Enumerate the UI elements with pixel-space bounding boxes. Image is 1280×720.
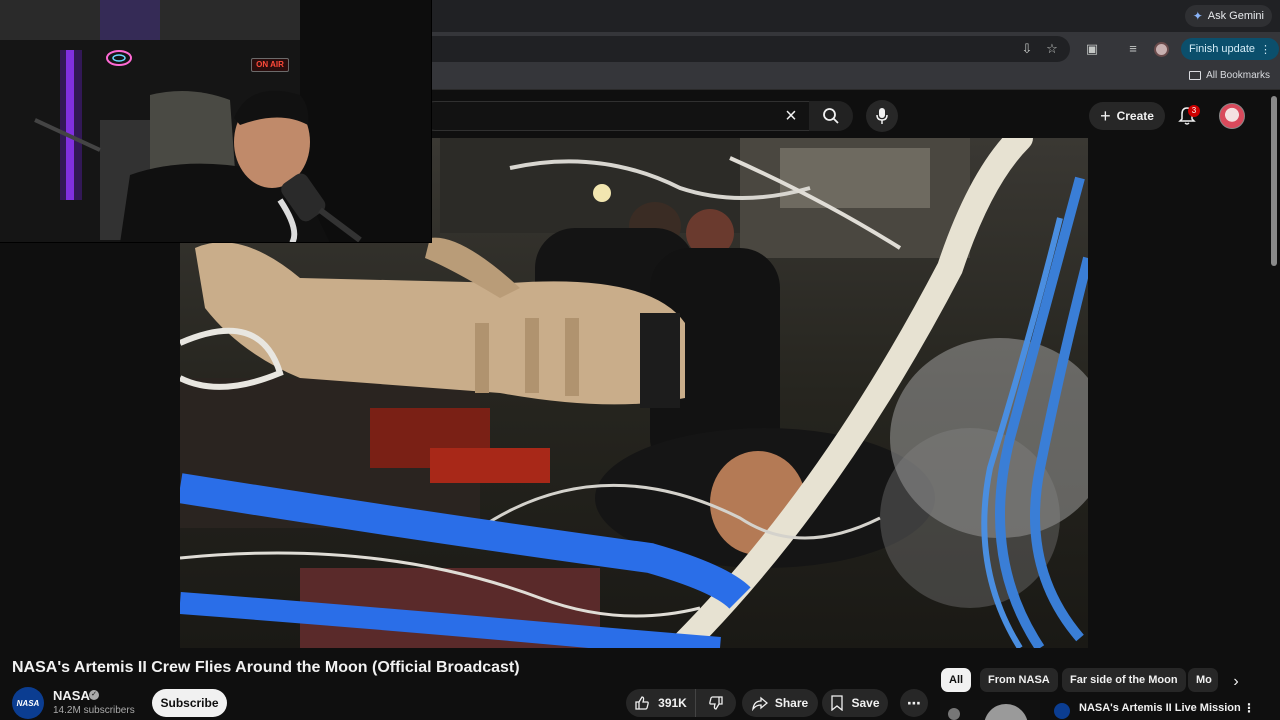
share-button[interactable]: Share — [742, 689, 818, 717]
share-arrow-icon — [751, 696, 768, 711]
browser-profile-avatar[interactable] — [1154, 42, 1169, 57]
subscriber-count: 14.2M subscribers — [53, 705, 135, 716]
page-scrollbar[interactable] — [1271, 96, 1277, 266]
clear-search-icon[interactable]: × — [780, 105, 802, 127]
gemini-sparkle-icon: ✦ — [1192, 9, 1203, 23]
thumbs-up-icon — [635, 696, 649, 710]
video-title: NASA's Artemis II Crew Flies Around the … — [12, 659, 520, 676]
streamer-webcam-image — [0, 0, 431, 242]
moon-thumbnail-image — [940, 700, 1040, 720]
chip-more[interactable]: Mo — [1188, 668, 1218, 692]
verified-check-icon: ✓ — [89, 690, 99, 700]
on-air-sign: ON AIR — [251, 58, 289, 72]
voice-search-button[interactable] — [866, 100, 898, 132]
all-bookmarks-label: All Bookmarks — [1206, 70, 1270, 81]
search-button[interactable] — [809, 101, 853, 131]
chip-from-nasa[interactable]: From NASA — [980, 668, 1058, 692]
save-bookmark-icon — [831, 695, 844, 711]
bookmark-star-icon[interactable]: ☆ — [1043, 40, 1061, 58]
save-button[interactable]: Save — [822, 689, 888, 717]
all-bookmarks-button[interactable]: All Bookmarks — [1189, 70, 1270, 81]
save-label: Save — [851, 696, 880, 710]
create-label: Create — [1116, 109, 1154, 123]
chip-far-side-of-the-moon[interactable]: Far side of the Moon — [1062, 668, 1186, 692]
extension-list-icon[interactable]: ≡ — [1124, 40, 1142, 58]
webcam-overlay: ON AIR — [0, 0, 432, 243]
chip-all[interactable]: All — [941, 668, 972, 692]
share-label: Share — [774, 696, 809, 710]
microphone-icon — [876, 108, 888, 124]
more-horizontal-icon: ⋯ — [907, 694, 921, 711]
folder-icon — [1189, 71, 1202, 80]
tab-search-icon[interactable]: ▣ — [1083, 40, 1101, 58]
ask-gemini-label: Ask Gemini — [1207, 10, 1264, 22]
address-bar[interactable] — [420, 36, 1070, 62]
thumbs-down-icon — [709, 696, 723, 710]
finish-update-label: Finish update — [1189, 43, 1256, 55]
recommendation-channel-avatar[interactable] — [1054, 703, 1070, 719]
create-button[interactable]: + Create — [1089, 102, 1165, 130]
chevron-right-icon[interactable]: › — [1226, 672, 1246, 692]
search-icon — [823, 108, 839, 124]
finish-update-button[interactable]: Finish update ⋮ — [1181, 38, 1280, 60]
channel-name[interactable]: NASA — [53, 688, 90, 703]
like-count: 391K — [658, 696, 687, 710]
recommendation-thumbnail[interactable] — [940, 700, 1040, 720]
screen: ✦ Ask Gemini ⇩ ☆ ▣ ≡ Finish update ⋮ All… — [0, 0, 1280, 720]
subscribe-button[interactable]: Subscribe — [152, 689, 227, 717]
more-actions-button[interactable]: ⋯ — [900, 689, 928, 717]
dislike-button[interactable] — [696, 689, 736, 717]
recommendation-title[interactable]: NASA's Artemis II Live Mission — [1079, 702, 1241, 714]
kebab-menu-icon[interactable]: ⋮ — [1243, 701, 1255, 715]
search-input[interactable] — [420, 101, 810, 131]
notification-count-badge: 3 — [1188, 105, 1200, 117]
kebab-menu-icon: ⋮ — [1260, 43, 1272, 56]
install-app-icon[interactable]: ⇩ — [1018, 40, 1036, 58]
channel-avatar[interactable]: NASA — [12, 687, 44, 719]
like-dislike-group: 391K — [626, 689, 736, 717]
ask-gemini-button[interactable]: ✦ Ask Gemini — [1184, 5, 1272, 27]
account-avatar[interactable] — [1219, 103, 1245, 129]
like-button[interactable]: 391K — [626, 689, 696, 717]
plus-icon: + — [1100, 106, 1111, 126]
